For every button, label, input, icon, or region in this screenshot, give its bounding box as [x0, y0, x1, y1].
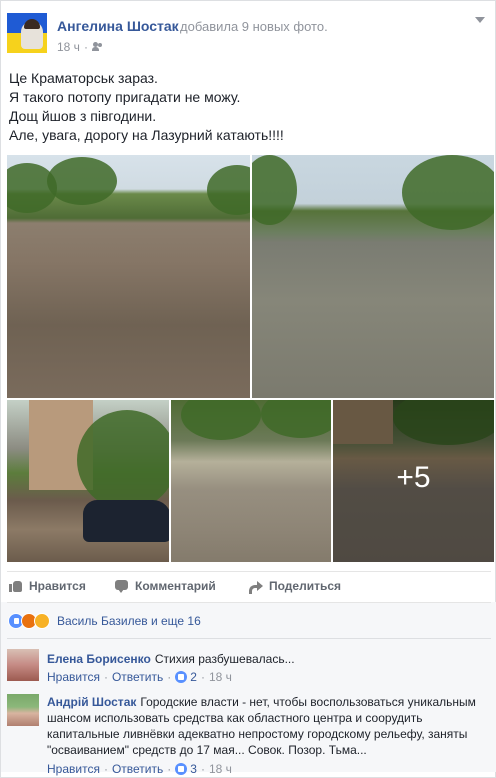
comment-icon	[115, 579, 129, 593]
photo-2[interactable]	[252, 155, 494, 398]
comment-text-line: "осваиванием" средств до 17 мая... Совок…	[47, 743, 367, 757]
photo-tree	[252, 155, 297, 225]
comment-like-link[interactable]: Нравится	[47, 762, 100, 776]
post-text-line: Дощ йшов з півгодини.	[9, 108, 157, 124]
post-text: Це Краматорськ зараз. Я такого потопу пр…	[9, 69, 489, 145]
thumbs-up-icon	[9, 579, 23, 593]
like-count-icon	[175, 671, 188, 683]
separator: ·	[103, 670, 108, 684]
comment-like-count[interactable]: 2	[175, 670, 197, 684]
commenter-name[interactable]: Андрій Шостак	[47, 695, 136, 709]
post-options-chevron-down-icon[interactable]	[475, 17, 485, 23]
post-author-name[interactable]: Ангелина Шостак	[57, 18, 179, 34]
photo-1[interactable]	[7, 155, 250, 398]
separator: ·	[83, 40, 88, 54]
reaction-names[interactable]: Василь Базилев и еще 16	[57, 614, 201, 628]
post-text-line: Це Краматорськ зараз.	[9, 70, 158, 86]
separator: ·	[200, 670, 205, 684]
separator: ·	[167, 670, 172, 684]
comment-like-count[interactable]: 3	[175, 762, 197, 776]
like-button[interactable]: Нравится	[9, 579, 86, 593]
separator: ·	[200, 762, 205, 776]
comment-text-line: шансом использовать средства как областн…	[47, 711, 423, 725]
photo-tree	[77, 410, 169, 510]
share-button[interactable]: Поделиться	[249, 579, 342, 594]
comment-body: Елена Борисенко Стихия разбушевалась...	[47, 651, 487, 667]
post-actions-bar: Нравится Комментарий Поделиться	[1, 573, 496, 601]
comment-like-number: 3	[190, 762, 197, 776]
divider	[7, 638, 491, 639]
comment-button[interactable]: Комментарий	[115, 579, 216, 593]
divider	[7, 571, 491, 572]
photo-3[interactable]	[7, 400, 169, 562]
wow-reaction-icon	[34, 613, 50, 629]
comment-text-line: Городские власти - нет, чтобы воспользов…	[140, 695, 476, 709]
friends-icon[interactable]	[91, 42, 104, 52]
photo-tree	[402, 155, 494, 230]
comment-meta: Нравится · Ответить · 3 · 18 ч	[47, 762, 232, 776]
comment-like-link[interactable]: Нравится	[47, 670, 100, 684]
comment-like-number: 2	[190, 670, 197, 684]
comment-timestamp[interactable]: 18 ч	[209, 762, 232, 776]
comment-body: Андрій Шостак Городские власти - нет, что…	[47, 694, 487, 758]
comment-reply-link[interactable]: Ответить	[112, 762, 163, 776]
separator: ·	[167, 762, 172, 776]
photo-tree	[261, 400, 331, 438]
comment-reply-link[interactable]: Ответить	[112, 670, 163, 684]
photo-car	[83, 500, 169, 542]
photo-tree	[207, 165, 250, 215]
commenter-avatar[interactable]	[7, 649, 39, 681]
post-timestamp[interactable]: 18 ч	[57, 40, 80, 54]
photo-tree	[47, 157, 117, 205]
separator: ·	[103, 762, 108, 776]
divider	[7, 602, 491, 603]
post-meta: 18 ч ·	[57, 40, 104, 54]
author-avatar[interactable]	[7, 13, 47, 53]
post-action-text: добавила 9 новых фото.	[180, 19, 328, 34]
comment-label: Комментарий	[135, 579, 216, 593]
comment-text-line: капитальные ливнёвки адекватно непростом…	[47, 727, 468, 741]
like-count-icon	[175, 763, 188, 775]
commenter-avatar[interactable]	[7, 694, 39, 726]
like-label: Нравится	[29, 579, 86, 593]
avatar-hair	[24, 19, 40, 29]
photo-4[interactable]	[171, 400, 331, 562]
more-photos-count[interactable]: +5	[333, 461, 494, 495]
comment-timestamp[interactable]: 18 ч	[209, 670, 232, 684]
share-arrow-icon	[249, 579, 263, 594]
comment-meta: Нравится · Ответить · 2 · 18 ч	[47, 670, 232, 684]
post-card: Ангелина Шостак добавила 9 новых фото. 1…	[0, 0, 496, 778]
post-text-line: Я такого потопу пригадати не можу.	[9, 89, 241, 105]
share-label: Поделиться	[269, 579, 342, 593]
comment-text: Стихия разбушевалась...	[154, 652, 295, 666]
post-text-line: Але, увага, дорогу на Лазурний катають!!…	[9, 127, 284, 143]
photo-tree	[181, 400, 261, 440]
reactions-summary[interactable]: Василь Базилев и еще 16	[8, 613, 201, 629]
commenter-name[interactable]: Елена Борисенко	[47, 652, 151, 666]
